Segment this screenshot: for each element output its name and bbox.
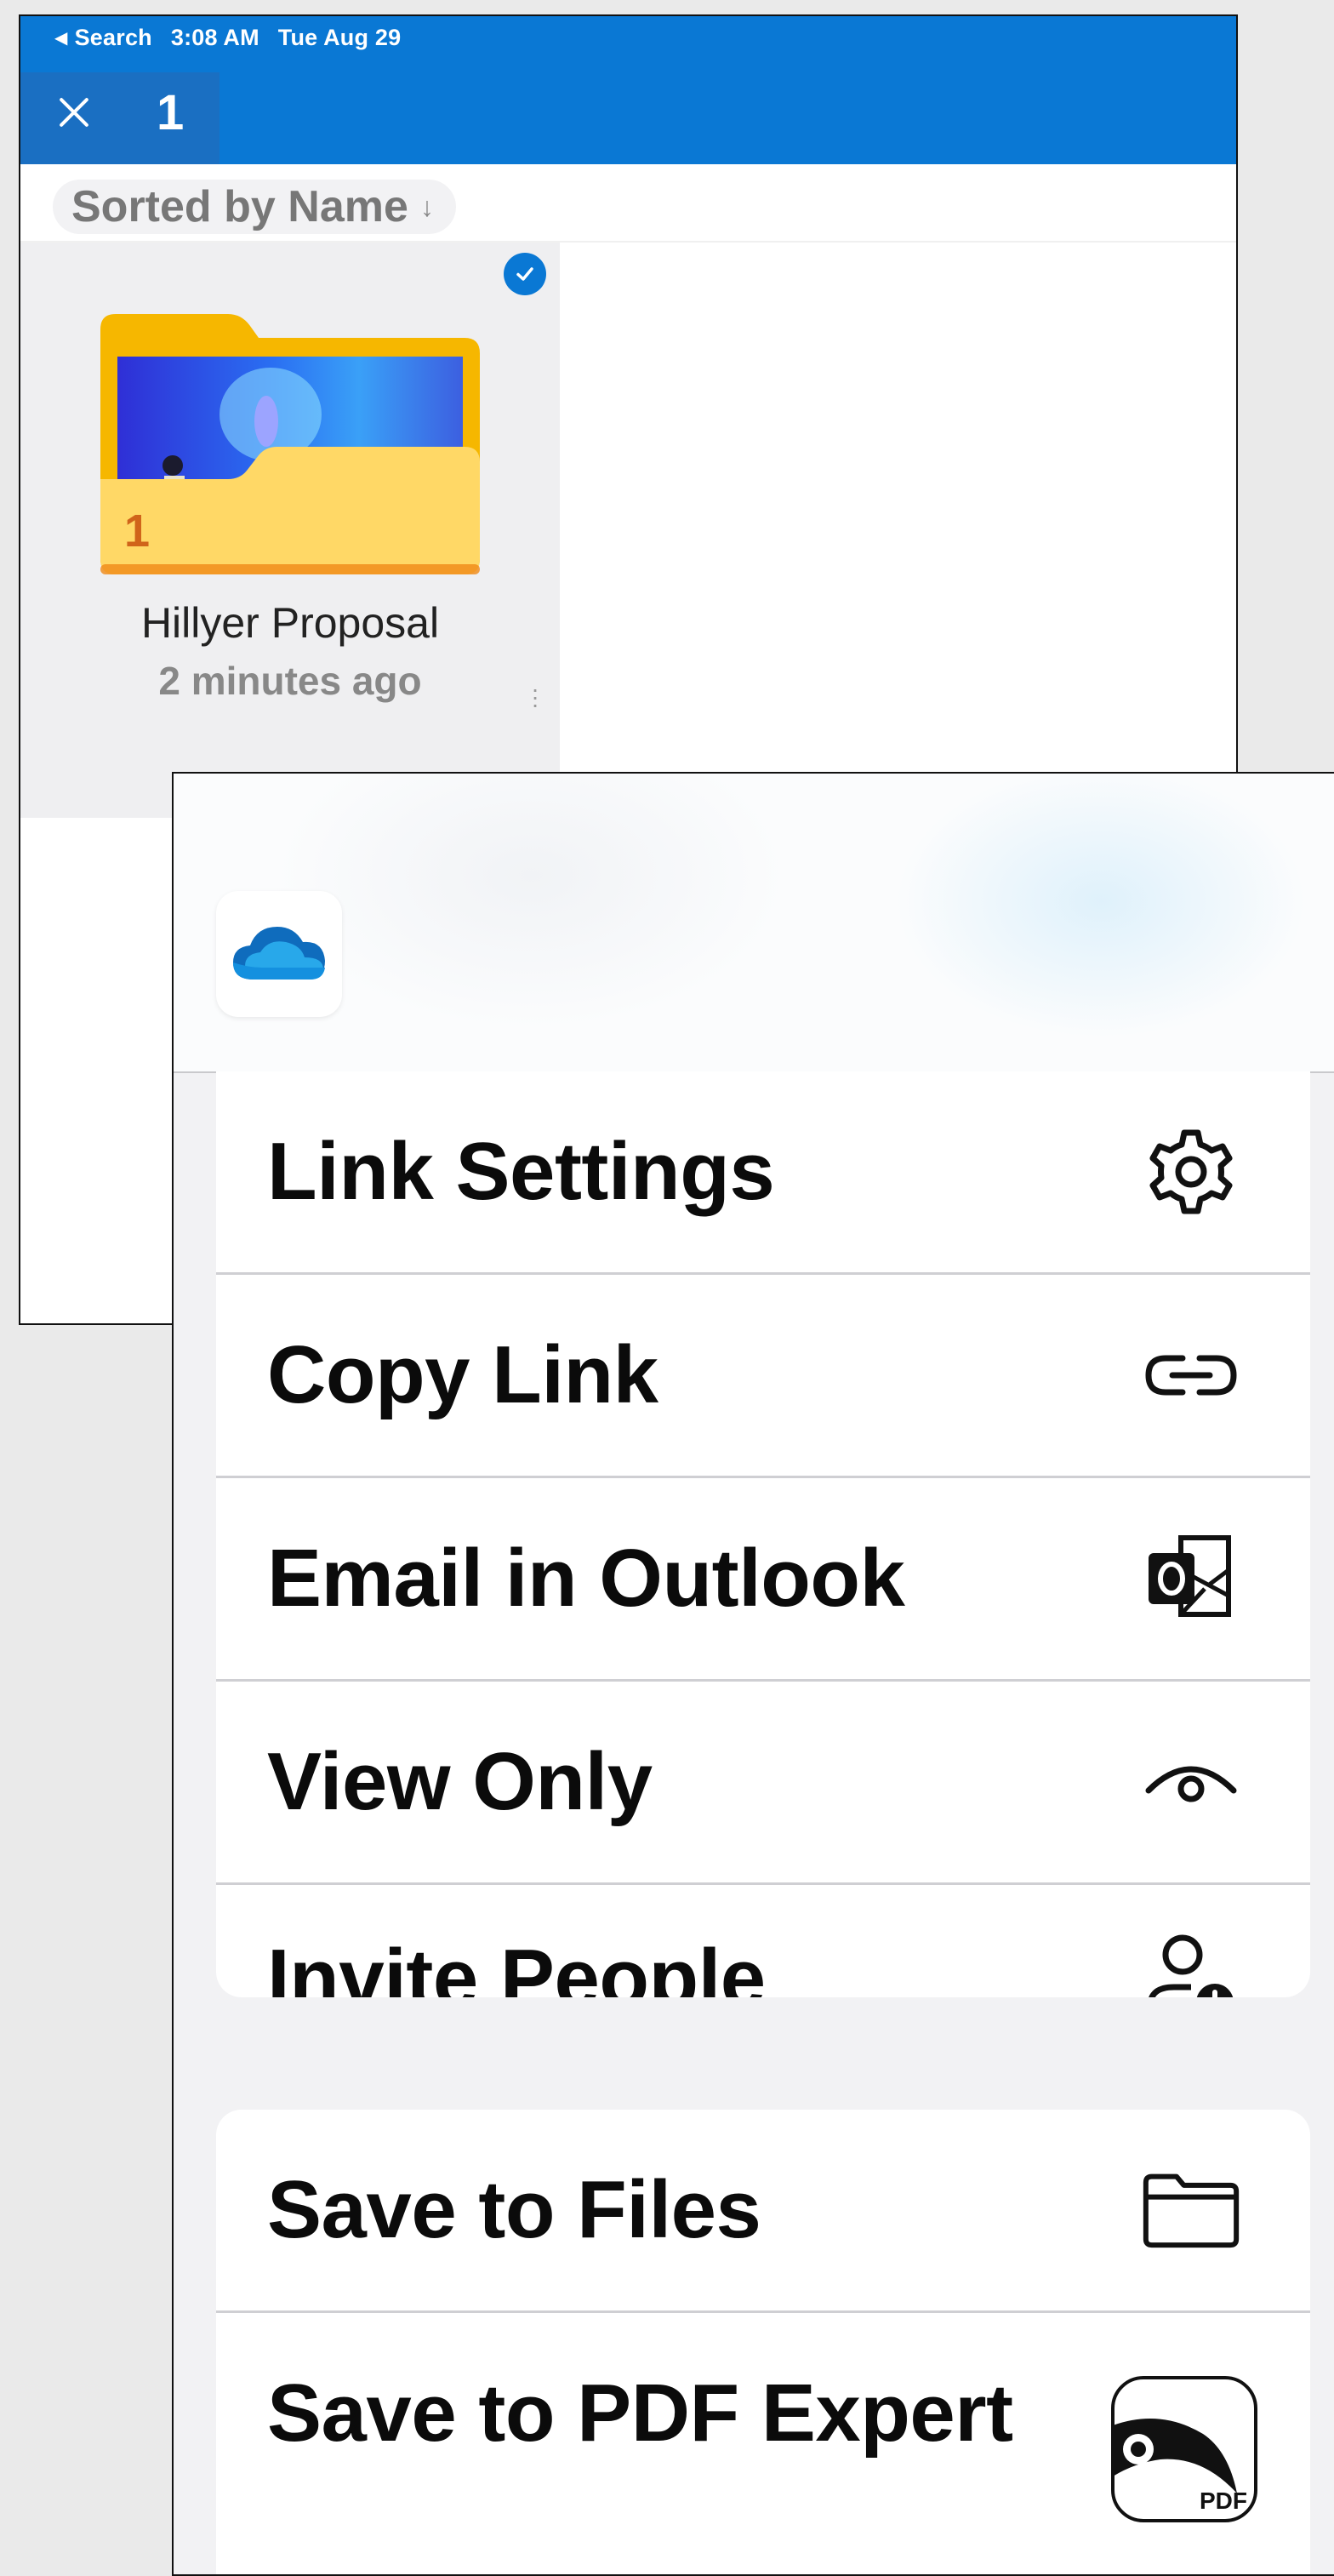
link-settings-label: Link Settings (267, 1126, 775, 1217)
gear-icon (1140, 1121, 1242, 1223)
pdf-icon-text: PDF (1200, 2487, 1247, 2514)
outlook-icon (1140, 1528, 1242, 1630)
folder-badge-count: 1 (124, 505, 150, 557)
save-to-pdf-expert-label: Save to PDF Expert (267, 2368, 1013, 2459)
email-in-outlook-label: Email in Outlook (267, 1533, 905, 1624)
folder-tile[interactable]: 1 Hillyer Proposal 2 minutes ago · · · (20, 243, 560, 818)
selected-check-icon[interactable] (504, 253, 546, 295)
status-time: 3:08 AM (170, 25, 259, 50)
status-bar: ◀ Search 3:08 AM Tue Aug 29 (54, 25, 401, 51)
folder-modified: 2 minutes ago (158, 659, 422, 703)
sort-label: Sorted by Name (71, 182, 408, 231)
invite-people-row[interactable]: Invite People (216, 1885, 1310, 1997)
save-to-pdf-expert-row[interactable]: Save to PDF Expert PDF (216, 2313, 1310, 2522)
sort-bar: Sorted by Name ↓ (20, 164, 1236, 243)
status-date: Tue Aug 29 (277, 25, 402, 50)
copy-link-row[interactable]: Copy Link (216, 1275, 1310, 1476)
close-selection-icon[interactable] (53, 91, 95, 134)
selection-strip (20, 72, 219, 164)
eye-icon (1140, 1731, 1242, 1833)
save-to-files-row[interactable]: Save to Files (216, 2110, 1310, 2310)
view-only-label: View Only (267, 1736, 653, 1827)
folder-name: Hillyer Proposal (140, 599, 440, 647)
link-settings-row[interactable]: Link Settings (216, 1071, 1310, 1272)
link-icon (1140, 1324, 1242, 1426)
email-in-outlook-row[interactable]: Email in Outlook (216, 1478, 1310, 1679)
sort-arrow-icon: ↓ (419, 191, 434, 222)
save-actions-group: Save to Files Save to PDF Expert PDF (216, 2110, 1310, 2574)
more-options-icon[interactable]: · · · (531, 677, 539, 717)
folder-icon (1140, 2159, 1242, 2261)
view-only-row[interactable]: View Only (216, 1682, 1310, 1882)
add-person-icon (1140, 1928, 1242, 1997)
copy-link-label: Copy Link (267, 1329, 658, 1420)
share-sheet-header (174, 774, 1334, 1073)
save-to-files-label: Save to Files (267, 2164, 761, 2255)
onedrive-app-icon (216, 891, 342, 1017)
back-triangle-icon[interactable]: ◀ (54, 27, 68, 49)
share-actions-group: Link Settings Copy Link Email in Outlook… (216, 1071, 1310, 1997)
pdf-expert-icon: PDF (1109, 2374, 1259, 2524)
folder-thumbnail-icon: 1 (100, 312, 480, 579)
back-to-search-link[interactable]: Search (75, 25, 152, 51)
share-sheet: Link Settings Copy Link Email in Outlook… (172, 772, 1334, 2576)
sort-button[interactable]: Sorted by Name ↓ (53, 180, 456, 234)
selection-count: 1 (157, 85, 185, 140)
invite-people-label: Invite People (267, 1933, 766, 1997)
top-bar: ◀ Search 3:08 AM Tue Aug 29 1 (20, 16, 1236, 164)
